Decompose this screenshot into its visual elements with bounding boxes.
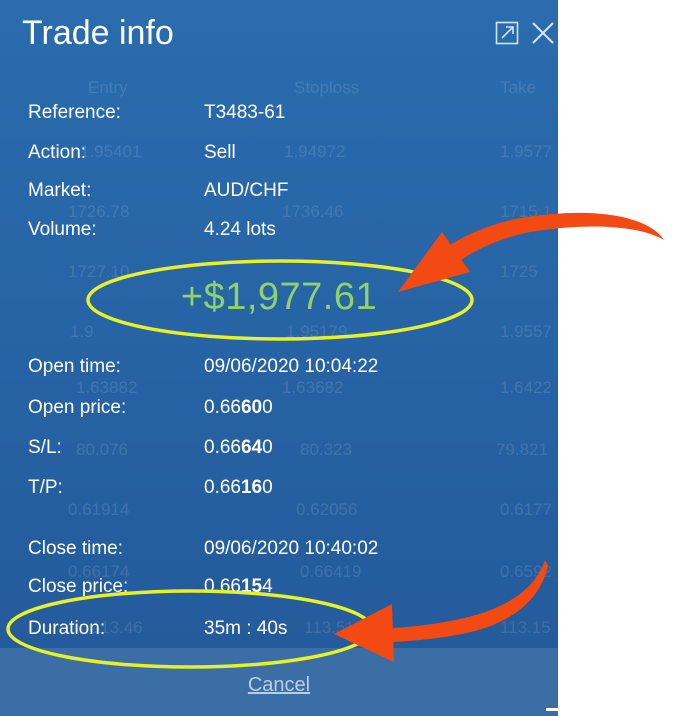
- scrollbar-stub: [546, 708, 558, 711]
- market-label: Market:: [28, 180, 92, 201]
- bg-header-take: Take: [500, 78, 536, 97]
- close-price-value: 0.66154: [204, 576, 273, 597]
- popout-icon: [495, 21, 519, 45]
- volume-label: Volume:: [28, 219, 97, 240]
- bg-cell: 1.95401: [80, 142, 142, 161]
- bg-cell: 0.61914: [68, 500, 130, 519]
- bg-header-stoploss: Stoploss: [294, 78, 360, 97]
- close-button[interactable]: [530, 20, 556, 46]
- close-price-label: Close price:: [28, 576, 129, 597]
- open-time-label: Open time:: [28, 356, 121, 377]
- bg-cell: 0.6592: [500, 562, 552, 581]
- bg-cell: 1.63882: [76, 378, 138, 397]
- action-value: Sell: [204, 142, 236, 163]
- bg-header-entry: Entry: [88, 78, 128, 97]
- duration-value: 35m : 40s: [204, 618, 288, 639]
- bg-cell: 0.66419: [300, 562, 362, 581]
- reference-label: Reference:: [28, 102, 121, 123]
- volume-value: 4.24 lots: [204, 219, 276, 240]
- bg-cell: 1.9: [70, 322, 94, 341]
- open-price-label: Open price:: [28, 397, 127, 418]
- bg-cell: 1.95179: [286, 322, 348, 341]
- profit-loss-amount: +$1,977.61: [180, 276, 378, 318]
- bg-cell: 80.076: [76, 440, 128, 459]
- bg-cell: 1715.1: [500, 202, 552, 221]
- bg-cell: 1.9557: [500, 322, 552, 341]
- duration-label: Duration:: [28, 618, 106, 639]
- bg-cell: 1.63682: [282, 378, 344, 397]
- stop-loss-value: 0.66640: [204, 437, 273, 458]
- close-time-value: 09/06/2020 10:40:02: [204, 538, 379, 559]
- close-time-label: Close time:: [28, 538, 124, 559]
- bg-cell: 113.51: [304, 618, 355, 637]
- screenshot-stage: Entry Stoploss Take 1.95401 1.94972 1.95…: [0, 0, 700, 716]
- open-time-value: 09/06/2020 10:04:22: [204, 356, 379, 377]
- take-profit-value: 0.66160: [204, 477, 273, 498]
- bg-cell: 1.9577: [500, 142, 552, 161]
- close-icon: [532, 22, 554, 44]
- open-price-value: 0.66600: [204, 397, 273, 418]
- bg-cell: 79.821: [496, 440, 548, 459]
- action-label: Action:: [28, 142, 87, 163]
- reference-value: T3483-61: [204, 102, 286, 123]
- bg-cell: 1736.46: [282, 202, 344, 221]
- popout-button[interactable]: [494, 20, 520, 46]
- bg-cell: 80.323: [300, 440, 352, 459]
- bg-cell: 1.94972: [284, 142, 346, 161]
- market-value: AUD/CHF: [204, 180, 289, 201]
- bg-cell: 0.6177: [500, 500, 552, 519]
- stop-loss-label: S/L:: [28, 437, 62, 458]
- bg-cell: 0.62056: [296, 500, 358, 519]
- bg-cell: 1.6422: [500, 378, 552, 397]
- cancel-link[interactable]: Cancel: [0, 674, 558, 697]
- take-profit-label: T/P:: [28, 477, 63, 498]
- trade-info-dialog: Entry Stoploss Take 1.95401 1.94972 1.95…: [0, 0, 558, 716]
- dialog-title: Trade info: [22, 14, 174, 52]
- bg-cell: 113.15: [500, 618, 551, 637]
